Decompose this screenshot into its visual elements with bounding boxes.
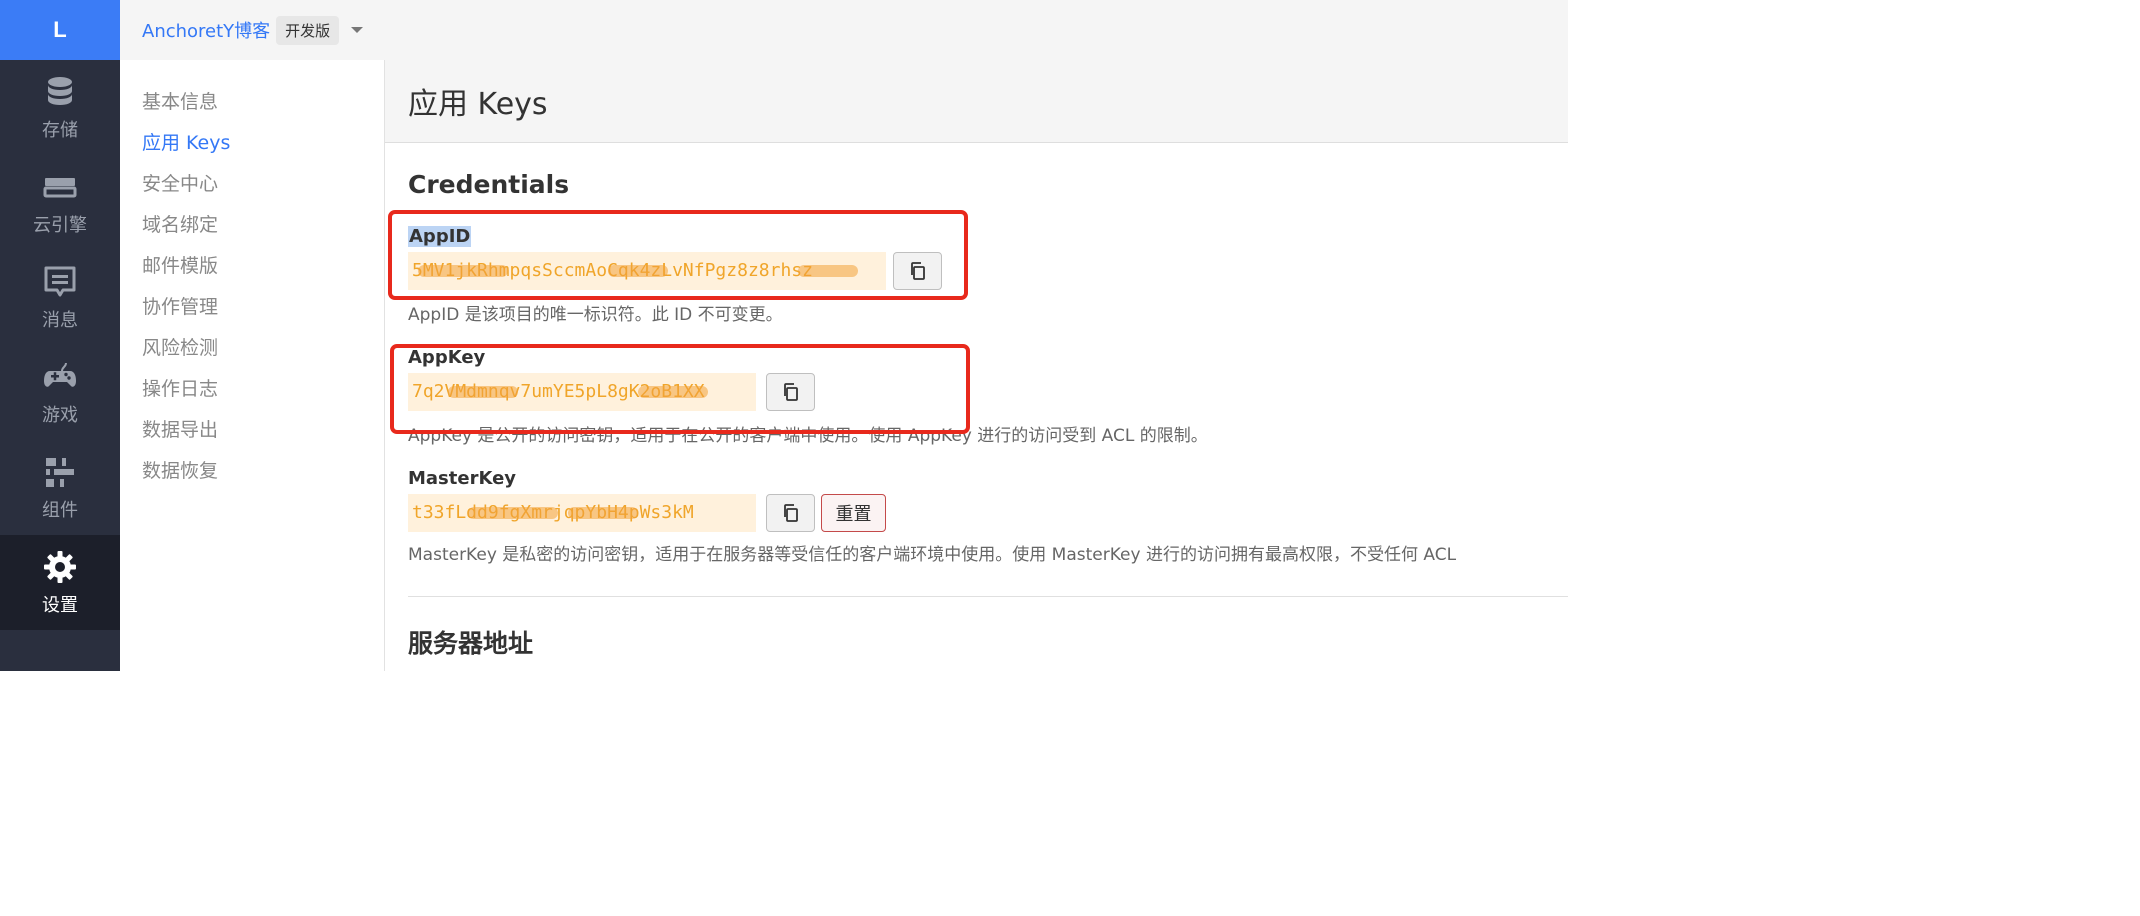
rail-item-storage[interactable]: 存储	[0, 60, 120, 155]
submenu-item-email-templates[interactable]: 邮件模版	[120, 246, 384, 287]
submenu-item-security[interactable]: 安全中心	[120, 164, 384, 205]
section-divider	[408, 596, 1568, 597]
gear-icon	[44, 550, 76, 583]
masterkey-label: MasterKey	[408, 468, 517, 489]
submenu-item-basic-info[interactable]: 基本信息	[120, 82, 384, 123]
rail-item-components[interactable]: 组件	[0, 440, 120, 535]
page-header: 应用 Keys	[385, 60, 1568, 143]
appkey-description: AppKey 是公开的访问密钥，适用于在公开的客户端中使用。使用 AppKey …	[408, 426, 1208, 446]
database-icon	[48, 76, 72, 105]
submenu-item-risk-detection[interactable]: 风险检测	[120, 328, 384, 369]
top-header: AnchoretY博客 开发版	[120, 0, 1568, 60]
settings-submenu: 基本信息 应用 Keys 安全中心 域名绑定 邮件模版 协作管理 风险检测 操作…	[120, 60, 384, 671]
submenu-item-domain-binding[interactable]: 域名绑定	[120, 205, 384, 246]
copy-appid-button[interactable]	[893, 252, 942, 290]
rail-item-label: 存储	[42, 119, 78, 141]
reset-masterkey-button[interactable]: 重置	[821, 494, 886, 532]
rail-item-cloud-engine[interactable]: 云引擎	[0, 155, 120, 250]
appkey-value[interactable]: 7q2VMdmnqv7umYE5pL8gK2oB1XX	[408, 373, 756, 411]
app-name-link[interactable]: AnchoretY博客	[142, 17, 270, 43]
copy-icon	[910, 262, 925, 280]
server-address-title: 服务器地址	[408, 629, 534, 658]
copy-appkey-button[interactable]	[766, 373, 815, 411]
redaction-mask	[448, 386, 518, 398]
redaction-mask	[608, 265, 668, 277]
rail-item-label: 云引擎	[33, 214, 87, 236]
submenu-item-app-keys[interactable]: 应用 Keys	[120, 123, 384, 164]
rail-item-label: 游戏	[42, 404, 78, 426]
redaction-mask	[638, 386, 708, 398]
left-nav-rail: L 存储 云引擎 消息 游戏 组件 设置	[0, 0, 120, 671]
appid-label: AppID	[408, 226, 472, 247]
rail-item-settings[interactable]: 设置	[0, 535, 120, 630]
masterkey-value[interactable]: t33fLdd9fgXmrjqpYbH4pWs3kM	[408, 494, 756, 532]
rail-item-label: 组件	[42, 499, 78, 521]
copy-icon	[783, 504, 798, 522]
redaction-mask	[798, 265, 858, 277]
sliders-icon	[46, 457, 74, 487]
copy-icon	[783, 383, 798, 401]
submenu-item-operation-log[interactable]: 操作日志	[120, 369, 384, 410]
redaction-mask	[568, 507, 638, 519]
appid-value[interactable]: 5MV1jkRhmpqsSccmAoCqk4zLvNfPgz8z8rhsz	[408, 252, 886, 290]
app-logo[interactable]: L	[0, 0, 120, 60]
rail-item-messages[interactable]: 消息	[0, 250, 120, 345]
message-icon	[44, 266, 76, 296]
gamepad-icon	[44, 362, 76, 387]
rail-item-games[interactable]: 游戏	[0, 345, 120, 440]
submenu-item-data-export[interactable]: 数据导出	[120, 410, 384, 451]
appid-description: AppID 是该项目的唯一标识符。此 ID 不可变更。	[408, 305, 783, 325]
rail-item-label: 设置	[42, 594, 78, 616]
redaction-mask	[418, 265, 508, 277]
page-title: 应用 Keys	[408, 87, 548, 122]
edition-badge: 开发版	[276, 15, 340, 45]
server-icon	[43, 177, 77, 197]
copy-masterkey-button[interactable]	[766, 494, 815, 532]
appkey-label: AppKey	[408, 347, 486, 368]
rail-item-label: 消息	[42, 309, 78, 331]
main-panel: 应用 Keys Credentials AppID 5MV1jkRhmpqsSc…	[384, 60, 1568, 671]
masterkey-description: MasterKey 是私密的访问密钥，适用于在服务器等受信任的客户端环境中使用。…	[408, 545, 1457, 565]
credentials-title: Credentials	[408, 170, 570, 199]
submenu-item-collaboration[interactable]: 协作管理	[120, 287, 384, 328]
redaction-mask	[468, 507, 558, 519]
submenu-item-data-restore[interactable]: 数据恢复	[120, 451, 384, 492]
chevron-down-icon[interactable]	[351, 27, 364, 33]
